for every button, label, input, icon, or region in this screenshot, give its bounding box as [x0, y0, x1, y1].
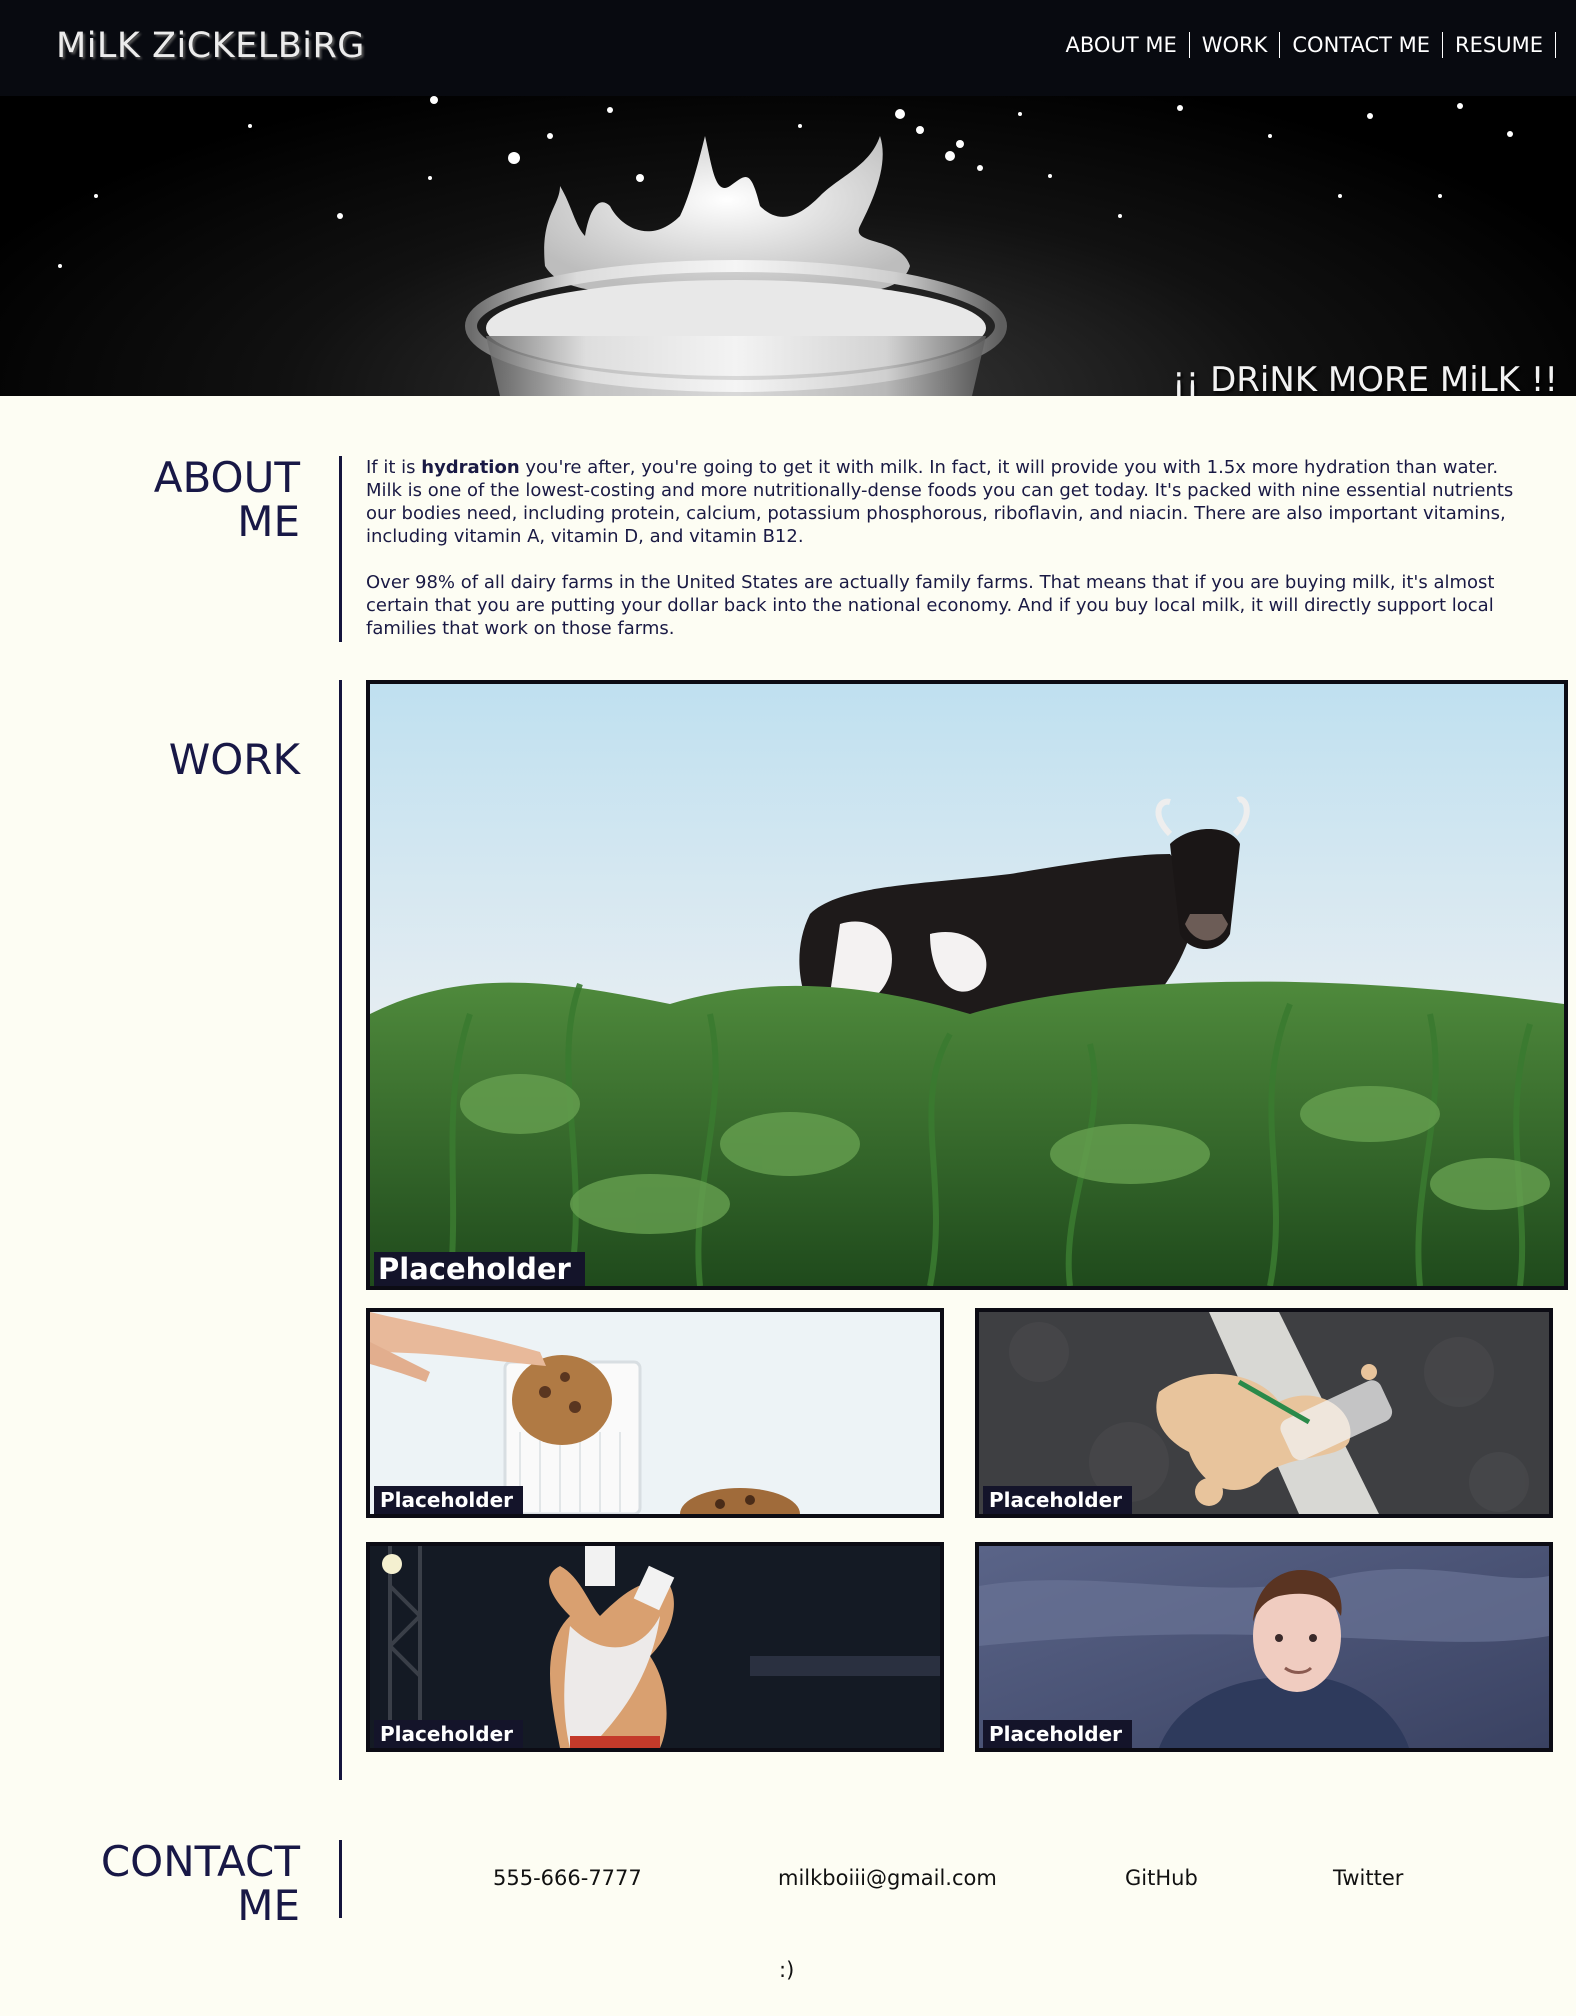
work-item-3-caption: Placeholder [983, 1486, 1133, 1514]
nav-contact-me[interactable]: CONTACT ME [1280, 32, 1444, 58]
about-paragraph-1: If it is hydration you're after, you're … [366, 456, 1526, 548]
work-item-5[interactable]: Placeholder [975, 1542, 1553, 1752]
work-item-4-caption: Placeholder [374, 1720, 524, 1748]
spilled-coffee-image [979, 1312, 1549, 1514]
cow-in-field-image [370, 684, 1564, 1286]
contact-heading-line1: CONTACT [100, 1837, 300, 1886]
contact-heading: CONTACT ME [101, 1840, 300, 1928]
main-nav: ABOUT ME WORK CONTACT ME RESUME [1066, 32, 1556, 58]
contact-heading-line2: ME [237, 1881, 300, 1930]
nav-work[interactable]: WORK [1190, 32, 1281, 58]
top-navbar: MiLK ZiCKELBiRG ABOUT ME WORK CONTACT ME… [0, 0, 1576, 96]
work-item-3[interactable]: Placeholder [975, 1308, 1553, 1518]
hero-tagline: ¡¡ DRiNK MORE MiLK !! [1172, 360, 1558, 396]
work-item-1[interactable]: Placeholder [366, 680, 1568, 1290]
about-divider [339, 456, 342, 642]
about-text: If it is hydration you're after, you're … [366, 456, 1526, 663]
about-p1-before: If it is [366, 457, 422, 478]
milk-pour-wrestler-image [370, 1546, 940, 1748]
work-item-5-caption: Placeholder [983, 1720, 1133, 1748]
about-p1-after: you're after, you're going to get it wit… [366, 457, 1514, 547]
nav-about-me[interactable]: ABOUT ME [1066, 32, 1190, 58]
work-heading: WORK [168, 735, 300, 784]
contact-twitter-link[interactable]: Twitter [1333, 1866, 1403, 1890]
work-divider [339, 680, 342, 1780]
footer-smile: :) [779, 1958, 795, 1982]
work-item-2-caption: Placeholder [374, 1486, 524, 1514]
cookie-dunk-milk-image [370, 1312, 940, 1514]
work-item-4[interactable]: Placeholder [366, 1542, 944, 1752]
contact-divider [339, 1840, 342, 1918]
contact-email-link[interactable]: milkboiii@gmail.com [778, 1866, 997, 1890]
about-paragraph-2: Over 98% of all dairy farms in the Unite… [366, 572, 1495, 639]
about-heading-line2: ME [237, 497, 300, 546]
nav-resume[interactable]: RESUME [1443, 32, 1556, 58]
man-portrait-image [979, 1546, 1549, 1748]
contact-phone-link[interactable]: 555-666-7777 [493, 1866, 642, 1890]
work-item-2[interactable]: Placeholder [366, 1308, 944, 1518]
about-p1-bold: hydration [421, 457, 520, 478]
site-brand[interactable]: MiLK ZiCKELBiRG [56, 26, 365, 66]
about-heading: ABOUT ME [154, 456, 300, 544]
about-heading-line1: ABOUT [153, 453, 300, 502]
hero-banner: ¡¡ DRiNK MORE MiLK !! [0, 96, 1576, 396]
milk-splash-image [58, 96, 1513, 396]
contact-github-link[interactable]: GitHub [1125, 1866, 1198, 1890]
work-item-1-caption: Placeholder [374, 1252, 585, 1286]
